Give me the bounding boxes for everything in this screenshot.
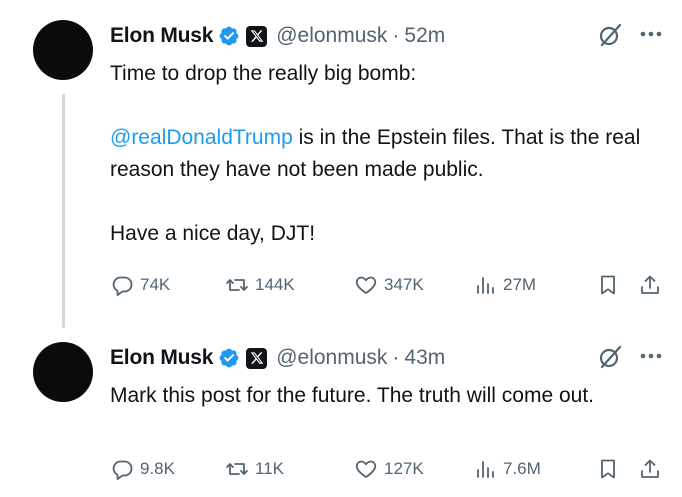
views-count: 27M [503, 275, 537, 294]
grok-icon[interactable] [597, 344, 623, 370]
separator-dot: · [392, 24, 400, 47]
timestamp[interactable]: 52m [404, 24, 445, 48]
reply-count: 9.8K [140, 459, 175, 478]
share-icon [641, 459, 659, 478]
views-count: 7.6M [503, 459, 541, 478]
x-logo-icon [246, 25, 268, 47]
tweet-text-line: Time to drop the really big bomb: [110, 62, 417, 85]
grok-icon[interactable] [597, 22, 623, 48]
repost-count: 11K [255, 459, 284, 478]
repost-button[interactable]: 11K [225, 454, 284, 484]
reply-count: 74K [140, 275, 171, 294]
tweet-text-line: Mark this post for the future. The truth… [110, 384, 594, 407]
tweet-header: Elon Musk @elonmusk · 52m [110, 20, 445, 52]
author-name[interactable]: Elon Musk [110, 24, 213, 48]
author-name[interactable]: Elon Musk [110, 346, 213, 370]
views-button[interactable]: 7.6M [473, 454, 541, 484]
like-count: 127K [384, 459, 424, 478]
author-handle[interactable]: @elonmusk [276, 346, 387, 370]
reply-button[interactable]: 74K [110, 270, 170, 300]
share-button[interactable] [638, 454, 662, 484]
separator-dot: · [392, 346, 400, 369]
bookmark-icon [601, 459, 615, 479]
tweet[interactable]: Elon Musk @elonmusk · 43m Mark this post… [0, 322, 682, 497]
tweet-actions: 9.8K 11K 127K 7.6M [110, 454, 670, 484]
like-icon [355, 460, 377, 478]
verified-badge-icon[interactable] [218, 25, 240, 47]
views-button[interactable]: 27M [473, 270, 536, 300]
repost-button[interactable]: 144K [225, 270, 295, 300]
tweet[interactable]: Elon Musk @elonmusk · 52m Time to drop t… [0, 0, 682, 320]
more-icon[interactable] [638, 346, 664, 366]
repost-icon [226, 463, 248, 475]
bookmark-button[interactable] [596, 454, 620, 484]
x-logo-icon [246, 347, 268, 369]
verified-badge-icon[interactable] [218, 347, 240, 369]
like-icon [355, 276, 377, 294]
tweet-text: Time to drop the really big bomb: @realD… [110, 58, 660, 250]
tweet-text: Mark this post for the future. The truth… [110, 380, 660, 412]
bookmark-button[interactable] [596, 270, 620, 300]
more-icon[interactable] [638, 24, 664, 44]
repost-count: 144K [255, 275, 295, 294]
repost-icon [226, 279, 248, 291]
tweet-thread: Elon Musk @elonmusk · 52m Time to drop t… [0, 0, 682, 497]
tweet-text-paragraph: @realDonaldTrump is in the Epstein files… [110, 122, 660, 186]
tweet-text-line: Have a nice day, DJT! [110, 222, 316, 245]
share-button[interactable] [638, 270, 662, 300]
tweet-actions: 74K 144K 347K 27M [110, 270, 670, 300]
bookmark-icon [601, 275, 615, 295]
reply-icon [112, 460, 133, 480]
timestamp[interactable]: 43m [404, 346, 445, 370]
reply-button[interactable]: 9.8K [110, 454, 175, 484]
avatar[interactable] [33, 20, 93, 80]
author-handle[interactable]: @elonmusk [276, 24, 387, 48]
like-count: 347K [384, 275, 424, 294]
avatar[interactable] [33, 342, 93, 402]
like-button[interactable]: 347K [354, 270, 424, 300]
share-icon [641, 275, 659, 294]
views-icon [477, 277, 494, 294]
like-button[interactable]: 127K [354, 454, 424, 484]
reply-icon [112, 276, 133, 296]
views-icon [477, 461, 494, 478]
mention-link[interactable]: @realDonaldTrump [110, 126, 293, 149]
tweet-header: Elon Musk @elonmusk · 43m [110, 342, 445, 374]
